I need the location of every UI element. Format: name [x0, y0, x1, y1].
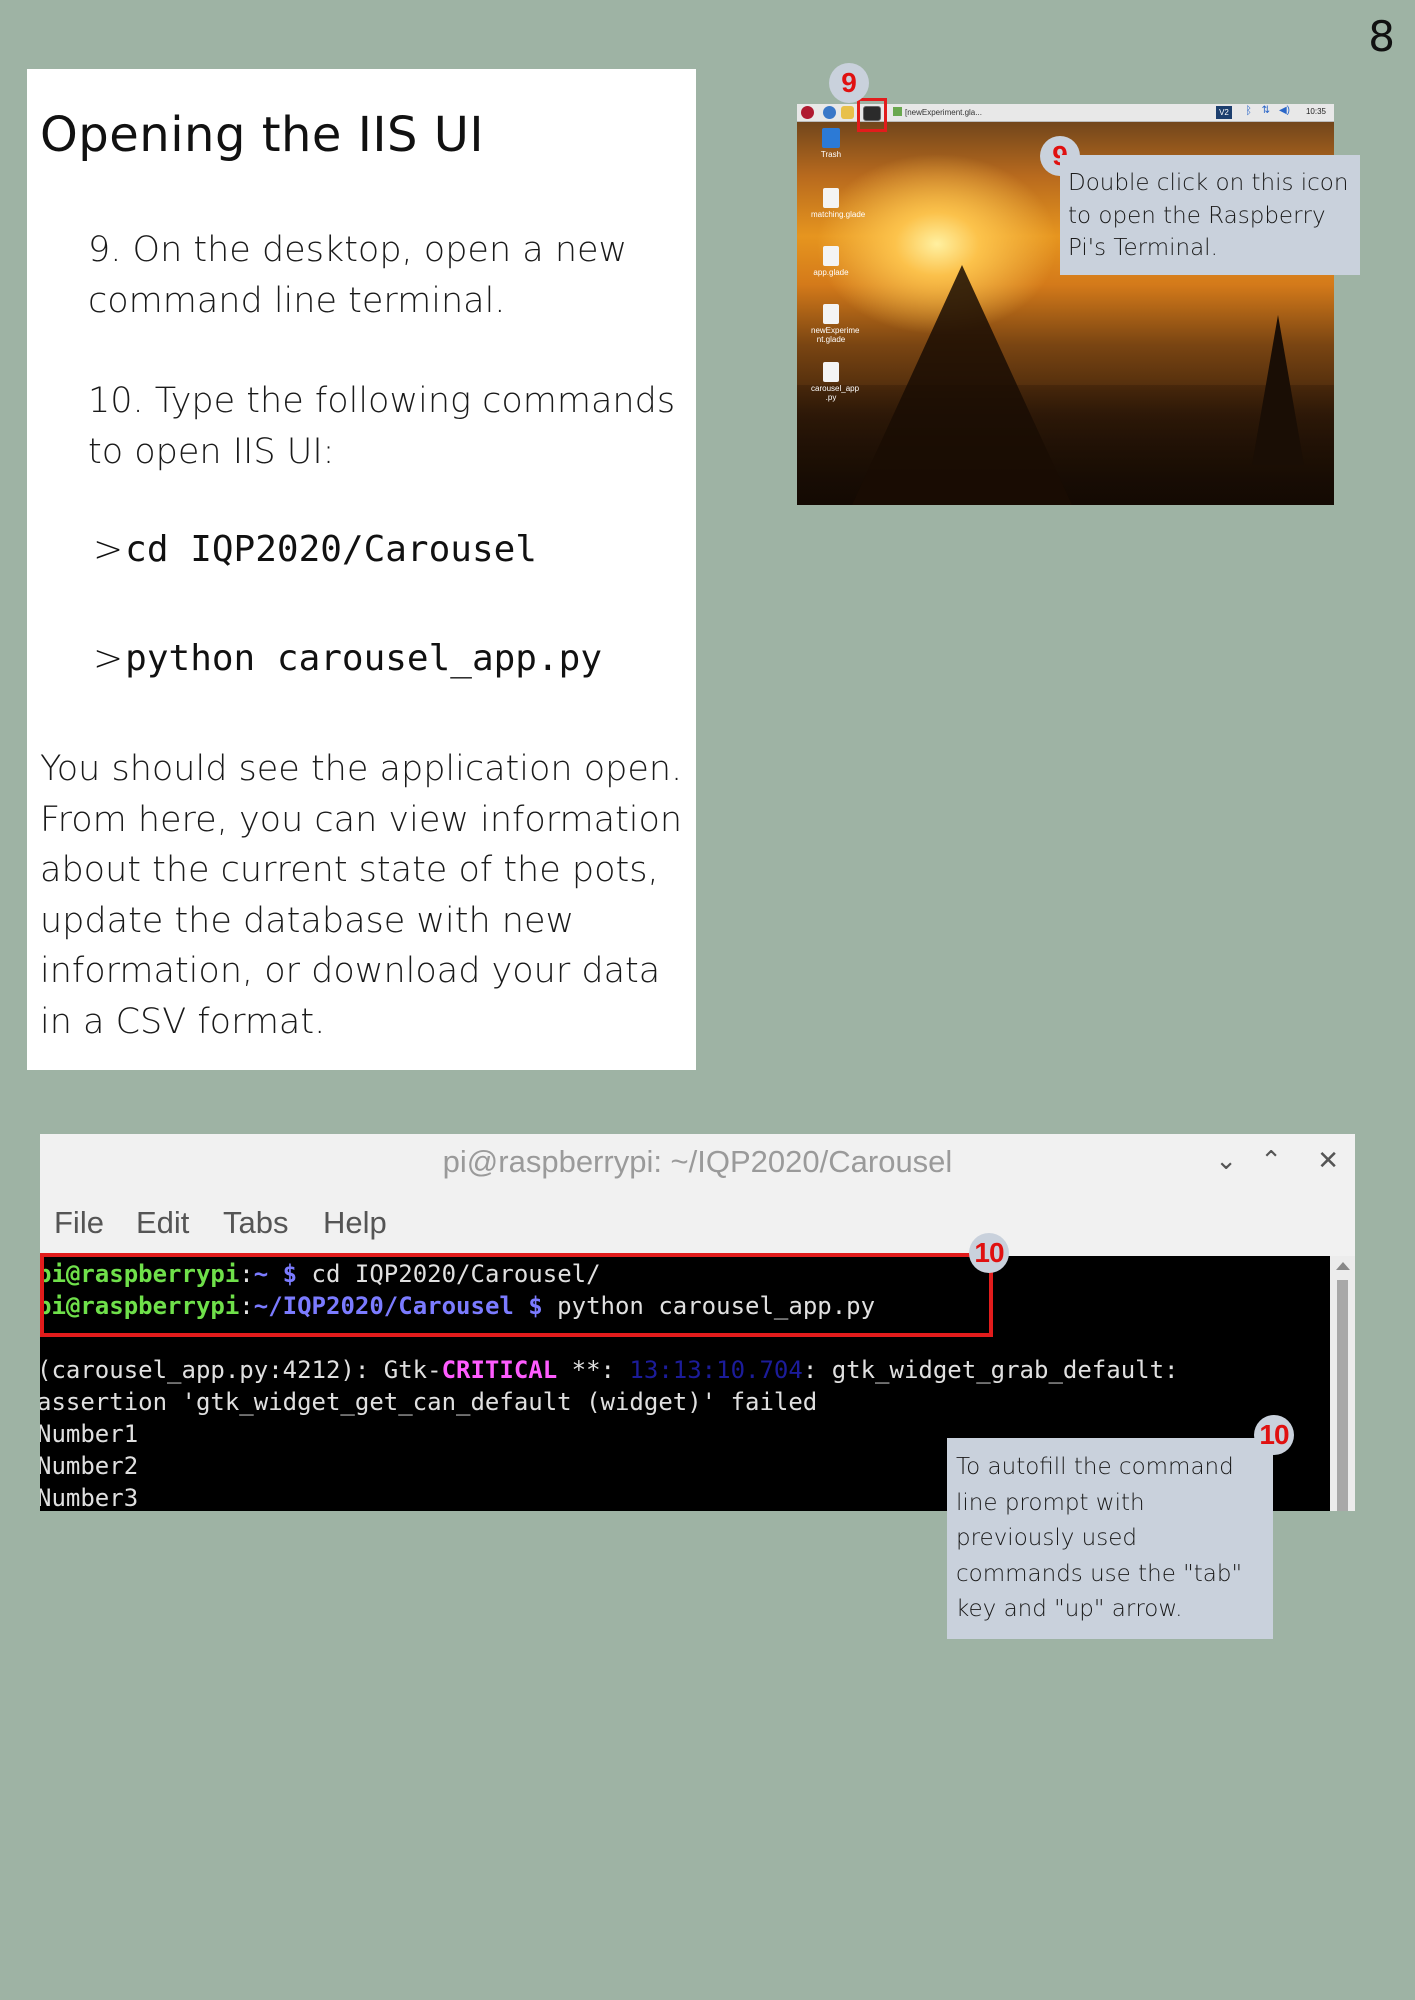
terminal-line: Number1: [40, 1420, 139, 1448]
clock: 10:35: [1305, 107, 1326, 116]
desktop-icon-trash[interactable]: Trash: [811, 128, 851, 159]
terminal-title: pi@raspberrypi: ~/IQP2020/Carousel: [442, 1144, 953, 1179]
file-icon: [823, 188, 839, 208]
vnc-icon[interactable]: V2: [1216, 106, 1232, 119]
volume-icon[interactable]: ◀): [1279, 105, 1290, 116]
page-number: 8: [1368, 12, 1395, 61]
folder-icon[interactable]: [841, 106, 854, 119]
maximize-icon[interactable]: ⌃: [1260, 1146, 1282, 1176]
menu-tabs[interactable]: Tabs: [223, 1205, 288, 1241]
prompt-symbol: >: [93, 638, 124, 679]
desktop-icon-file[interactable]: carousel_app .py: [811, 362, 859, 402]
step-10-badge: 10: [969, 1233, 1009, 1273]
temple-silhouette-small: [1252, 315, 1304, 465]
taskbar-app-button[interactable]: [newExperiment.gla...: [893, 107, 982, 117]
result-paragraph: You should see the application open. Fro…: [40, 749, 683, 1042]
step-10-badge: 10: [1254, 1415, 1294, 1455]
desktop-icon-label: app.glade: [813, 268, 849, 277]
step-10-text: 10. Type the following commands to open …: [88, 381, 676, 472]
menu-file[interactable]: File: [54, 1205, 104, 1241]
close-icon[interactable]: ✕: [1317, 1146, 1339, 1176]
terminal-titlebar: pi@raspberrypi: ~/IQP2020/Carousel ⌄ ⌃ ✕: [40, 1134, 1355, 1193]
command-python-text: python carousel_app.py: [125, 638, 602, 679]
desktop-icon-file[interactable]: newExperime nt.glade: [811, 304, 859, 344]
raspberry-menu-icon[interactable]: [801, 106, 814, 119]
file-icon: [823, 246, 839, 266]
minimize-icon[interactable]: ⌄: [1215, 1146, 1237, 1176]
instruction-panel: Opening the IIS UI 9. On the desktop, op…: [27, 69, 696, 1070]
command-python: >python carousel_app.py: [93, 638, 602, 679]
scroll-up-icon[interactable]: [1336, 1262, 1350, 1270]
terminal-line: (carousel_app.py:4212): Gtk-CRITICAL **:…: [40, 1356, 1179, 1384]
step-9-callout: Double click on this icon to open the Ra…: [1060, 155, 1360, 275]
terminal-line: Number3: [40, 1484, 139, 1511]
desktop-icon-label: Trash: [820, 150, 842, 159]
terminal-line: assertion 'gtk_widget_get_can_default (w…: [40, 1388, 818, 1416]
menu-edit[interactable]: Edit: [136, 1205, 189, 1241]
file-icon: [823, 362, 839, 382]
command-cd-text: cd IQP2020/Carousel: [125, 529, 537, 570]
prompt-symbol: >: [93, 529, 124, 570]
terminal-menubar: File Edit Tabs Help: [40, 1193, 1355, 1256]
terminal-line: Number2: [40, 1452, 139, 1480]
step-10-callout: To autofill the command line prompt with…: [947, 1438, 1273, 1639]
desktop-icon-file[interactable]: matching.glade: [811, 188, 865, 219]
desktop-icon-label: matching.glade: [811, 210, 866, 219]
command-cd: >cd IQP2020/Carousel: [93, 529, 537, 570]
step-9-badge: 9: [829, 63, 869, 103]
terminal-icon-highlight: [857, 98, 887, 132]
step-9-text: 9. On the desktop, open a new command li…: [88, 230, 628, 321]
desktop-icon-file[interactable]: app.glade: [811, 246, 851, 277]
commands-highlight: [40, 1253, 993, 1337]
file-icon: [823, 304, 839, 324]
page-title: Opening the IIS UI: [40, 107, 485, 163]
temple-silhouette: [852, 265, 1072, 505]
terminal-scrollbar[interactable]: [1330, 1256, 1355, 1511]
scrollbar-thumb[interactable]: [1337, 1280, 1348, 1511]
trash-icon: [822, 128, 840, 148]
wifi-icon[interactable]: ⇅: [1262, 105, 1270, 116]
menu-help[interactable]: Help: [323, 1205, 387, 1241]
bluetooth-icon[interactable]: ᛒ: [1245, 105, 1252, 117]
browser-icon[interactable]: [823, 106, 836, 119]
